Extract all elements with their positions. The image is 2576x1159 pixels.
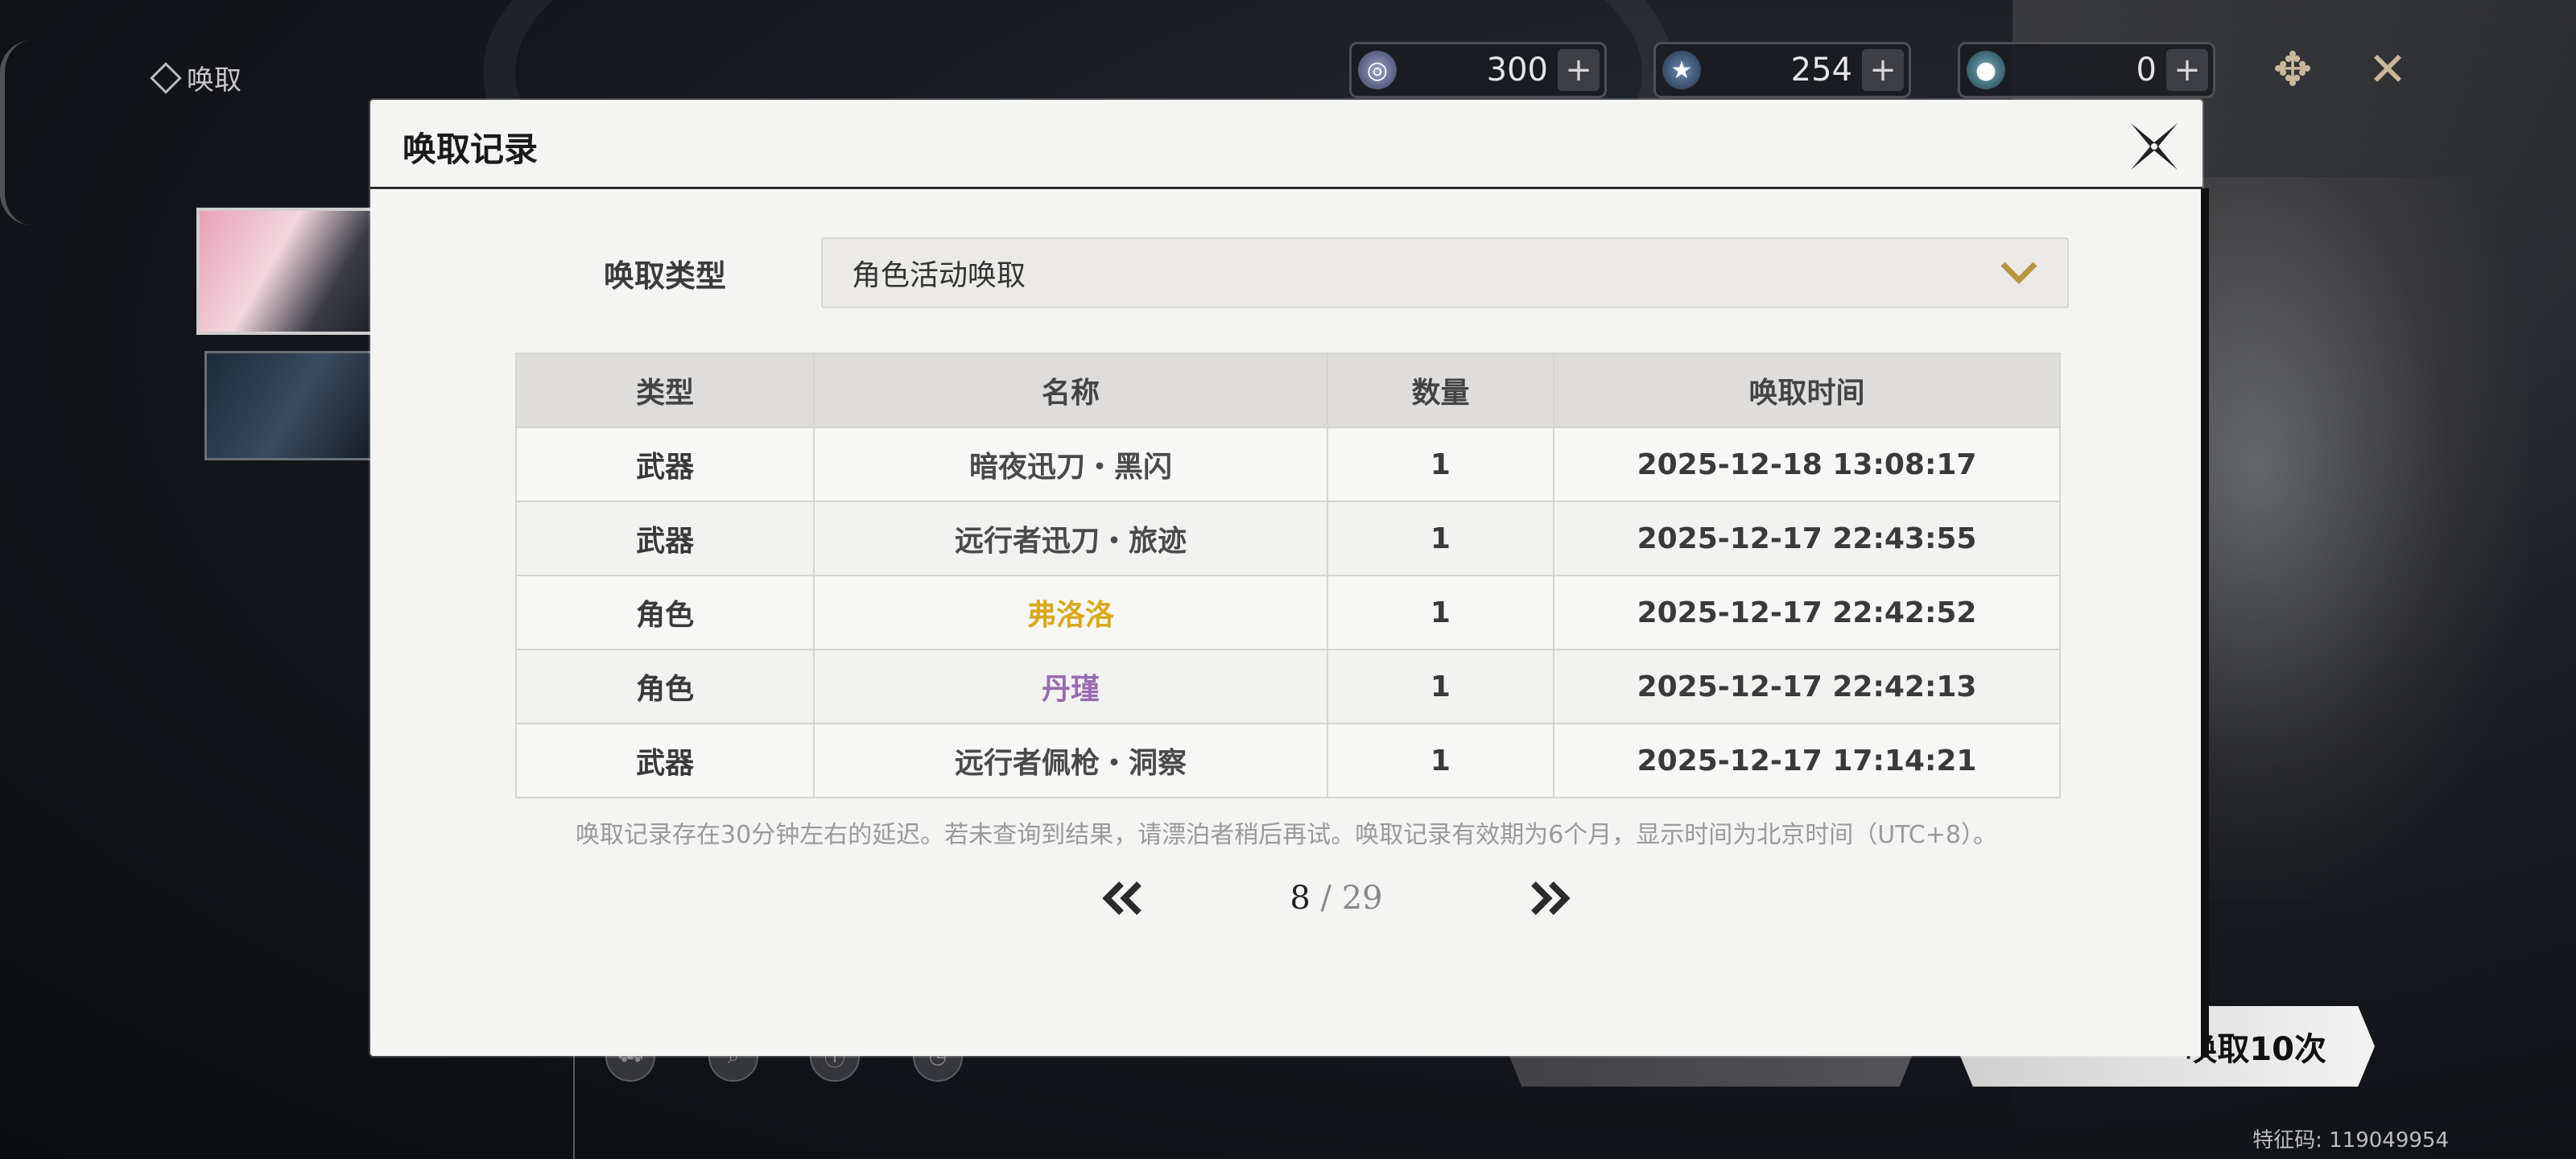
currency-astrite: ● 0 + <box>1958 42 2215 98</box>
radiant-tide-icon: ★ <box>1662 51 1701 89</box>
banner-tab-weapon[interactable] <box>204 351 386 460</box>
cell-time: 2025-12-17 22:42:13 <box>1553 649 2061 724</box>
cell-type: 角色 <box>514 575 815 650</box>
dialog-header: 唤取记录 <box>370 100 2202 189</box>
cell-qty: 1 <box>1326 427 1555 502</box>
cell-qty: 1 <box>1326 501 1555 576</box>
cell-type: 角色 <box>514 649 815 724</box>
cell-time: 2025-12-17 22:43:55 <box>1553 501 2061 576</box>
gacha-history-dialog: 唤取记录 唤取类型 角色活动唤取 类型 名称 数量 唤取时间 武器 暗夜迅刀・黑… <box>370 100 2209 1058</box>
add-currency-button[interactable]: + <box>1862 49 1904 91</box>
cell-name: 弗洛洛 <box>813 575 1328 650</box>
lustrous-tide-icon: ◎ <box>1358 51 1397 89</box>
delay-notice: 唤取记录存在30分钟左右的延迟。若未查询到结果，请漂泊者稍后再试。唤取记录有效期… <box>576 821 1997 849</box>
settings-icon[interactable]: ✥ <box>2262 39 2323 100</box>
cell-qty: 1 <box>1326 723 1555 798</box>
divider <box>573 1054 575 1159</box>
cell-type: 武器 <box>514 427 815 502</box>
table-row: 武器 远行者佩枪・洞察 1 2025-12-17 17:14:21 <box>514 723 2061 798</box>
table-row: 角色 弗洛洛 1 2025-12-17 22:42:52 <box>514 575 2061 650</box>
dialog-edge <box>2201 188 2209 1058</box>
table-row: 武器 远行者迅刀・旅迹 1 2025-12-17 22:43:55 <box>514 501 2061 576</box>
gacha-screen: 唤取 ◎ 300 + ★ 254 + ● 0 + ✥ ✕ ⛟ ⌕ ⓘ ◷ 唤取1… <box>0 0 2576 1159</box>
pagination: 8 / 29 <box>1095 869 1578 927</box>
column-header-type: 类型 <box>514 353 815 428</box>
banner-tab-character[interactable] <box>196 208 388 335</box>
table-row: 角色 丹瑾 1 2025-12-17 22:42:13 <box>514 649 2061 724</box>
add-currency-button[interactable]: + <box>1558 49 1600 91</box>
total-pages: 29 <box>1341 880 1383 917</box>
page-separator: / <box>1320 880 1332 917</box>
double-chevron-left-icon <box>1102 881 1141 915</box>
add-currency-button[interactable]: + <box>2166 49 2208 91</box>
table-header-row: 类型 名称 数量 唤取时间 <box>514 353 2061 428</box>
cell-name: 暗夜迅刀・黑闪 <box>813 427 1328 502</box>
cell-time: 2025-12-17 22:42:52 <box>1553 575 2061 650</box>
page-title-text: 唤取 <box>187 64 242 97</box>
currency-value: 300 <box>1486 52 1548 89</box>
current-page: 8 <box>1290 880 1311 917</box>
dialog-title: 唤取记录 <box>402 130 539 169</box>
cell-time: 2025-12-18 13:08:17 <box>1553 427 2061 502</box>
close-icon[interactable]: ✕ <box>2357 39 2418 100</box>
filter-value: 角色活动唤取 <box>852 259 1026 292</box>
cell-name: 丹瑾 <box>813 649 1328 724</box>
filter-label: 唤取类型 <box>604 258 727 294</box>
currency-value: 254 <box>1790 52 1852 89</box>
cell-qty: 1 <box>1326 575 1555 650</box>
prev-page-button[interactable] <box>1095 870 1151 926</box>
cell-name: 远行者佩枪・洞察 <box>813 723 1328 798</box>
dialog-close-button[interactable] <box>2122 114 2186 179</box>
page-indicator: 8 / 29 <box>1290 880 1382 917</box>
diamond-icon <box>150 61 182 94</box>
table-row: 武器 暗夜迅刀・黑闪 1 2025-12-18 13:08:17 <box>514 427 2061 502</box>
type-filter-dropdown[interactable]: 角色活动唤取 <box>821 237 2069 308</box>
next-page-button[interactable] <box>1521 870 1578 926</box>
column-header-time: 唤取时间 <box>1553 353 2061 428</box>
currency-lustrous-tide: ◎ 300 + <box>1349 42 1607 98</box>
cell-type: 武器 <box>514 501 815 576</box>
double-chevron-right-icon <box>1531 881 1571 915</box>
records-table: 类型 名称 数量 唤取时间 武器 暗夜迅刀・黑闪 1 2025-12-18 13… <box>514 353 2061 798</box>
feature-code: 特征码: 119049954 <box>2252 1128 2449 1153</box>
column-header-qty: 数量 <box>1326 353 1555 428</box>
chevron-down-icon <box>2000 262 2037 284</box>
astrite-icon: ● <box>1967 51 2005 89</box>
cell-type: 武器 <box>514 723 815 798</box>
cell-qty: 1 <box>1326 649 1555 724</box>
cell-name: 远行者迅刀・旅迹 <box>813 501 1328 576</box>
close-icon <box>2131 123 2178 170</box>
page-title: 唤取 <box>150 58 242 97</box>
currency-radiant-tide: ★ 254 + <box>1653 42 1911 98</box>
cell-time: 2025-12-17 17:14:21 <box>1553 723 2061 798</box>
type-filter-row: 唤取类型 角色活动唤取 <box>604 237 2069 309</box>
currency-value: 0 <box>2136 52 2157 89</box>
decorative-arc <box>0 40 37 225</box>
column-header-name: 名称 <box>813 353 1328 428</box>
